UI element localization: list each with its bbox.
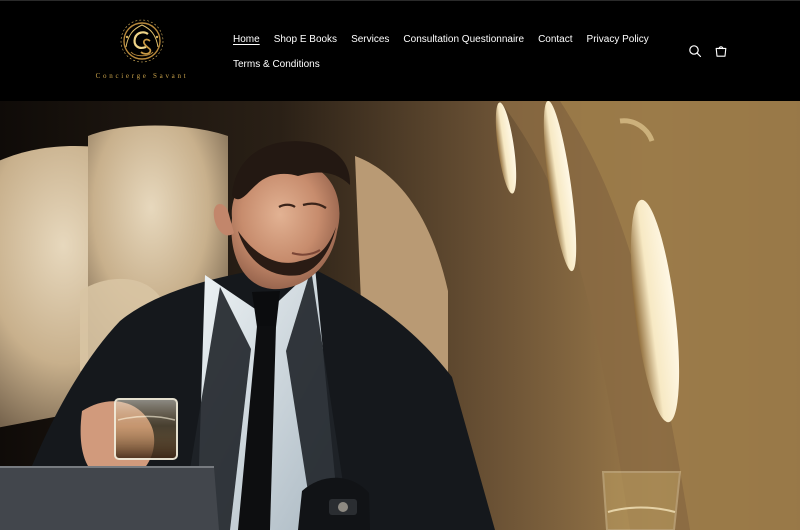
nav-row-primary: Home Shop E Books Services Consultation … (233, 29, 653, 49)
nav-row-secondary: Terms & Conditions (233, 54, 653, 74)
laptop (0, 466, 219, 530)
hero-banner (0, 101, 800, 530)
monogram-logo-icon (120, 19, 164, 63)
nav-link-shop-e-books[interactable]: Shop E Books (274, 34, 337, 45)
nav-link-services[interactable]: Services (351, 34, 389, 45)
search-icon (689, 45, 702, 58)
main-navigation: Home Shop E Books Services Consultation … (233, 29, 653, 79)
site-logo[interactable]: Concierge Savant (82, 19, 202, 83)
hero-image (0, 101, 800, 530)
whiskey-glass (114, 398, 178, 460)
cart-icon (715, 46, 727, 57)
nav-link-privacy-policy[interactable]: Privacy Policy (587, 34, 649, 45)
store-page: Concierge Savant Home Shop E Books Servi… (0, 0, 800, 530)
search-button[interactable] (688, 44, 702, 58)
nav-link-home[interactable]: Home (233, 34, 260, 45)
nav-link-contact[interactable]: Contact (538, 34, 572, 45)
nav-link-terms-conditions[interactable]: Terms & Conditions (233, 59, 320, 70)
glass-on-table (601, 471, 682, 530)
nav-link-consultation-questionnaire[interactable]: Consultation Questionnaire (403, 34, 524, 45)
site-header: Concierge Savant Home Shop E Books Servi… (0, 0, 800, 101)
brand-name: Concierge Savant (95, 72, 189, 80)
cart-button[interactable] (714, 44, 728, 58)
